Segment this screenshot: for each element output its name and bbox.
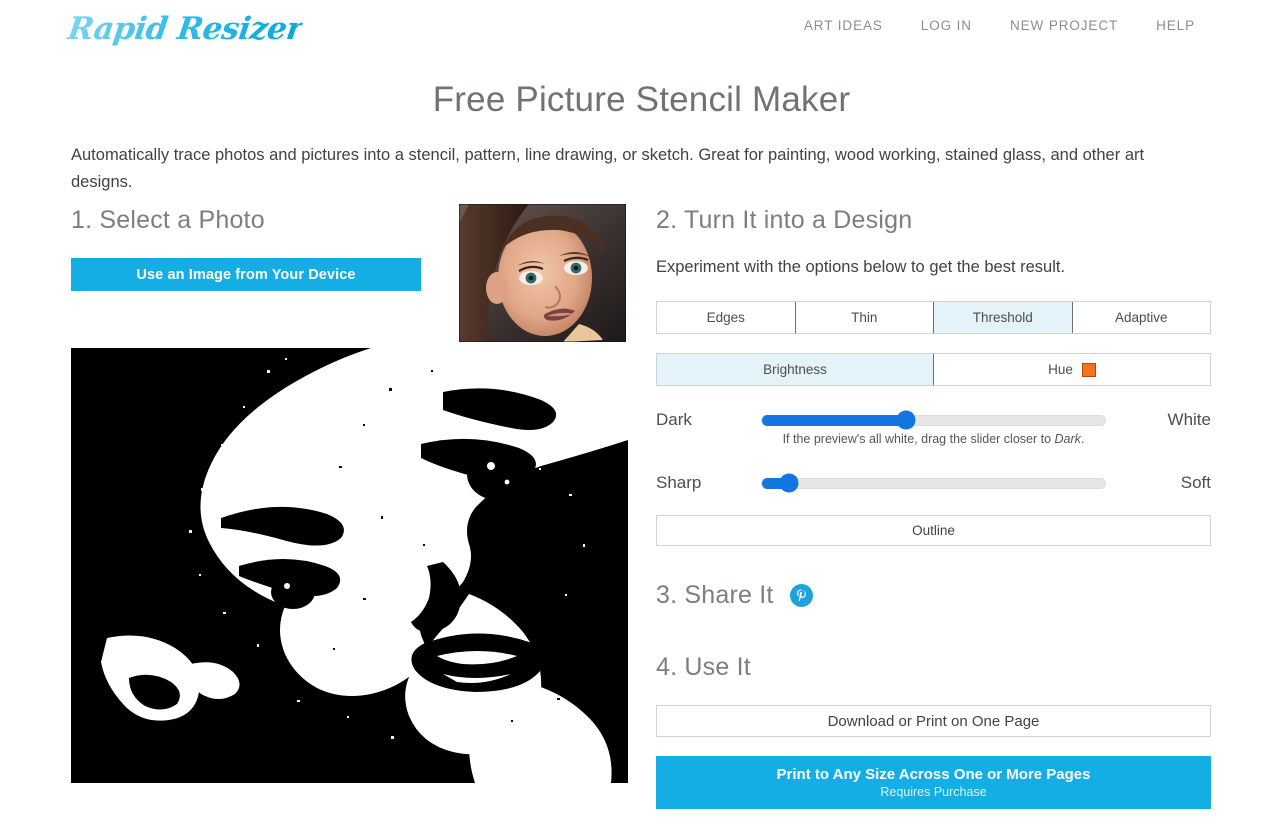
site-logo[interactable]: Rapid Resizer — [65, 8, 305, 50]
main-nav: ART IDEAS LOG IN NEW PROJECT HELP — [804, 18, 1195, 33]
threshold-slider-min-label: Dark — [656, 410, 692, 429]
print-any-size-title: Print to Any Size Across One or More Pag… — [776, 766, 1091, 783]
portrait-photo-icon — [459, 204, 626, 342]
smoothing-slider-row: Sharp Soft — [656, 470, 1211, 496]
page-title: Free Picture Stencil Maker — [432, 80, 851, 119]
use-image-from-device-button[interactable]: Use an Image from Your Device — [71, 258, 421, 291]
download-or-print-one-page-button[interactable]: Download or Print on One Page — [656, 705, 1211, 737]
tab-hue[interactable]: Hue — [934, 354, 1210, 385]
threshold-slider-row: Dark White — [656, 407, 1211, 433]
selected-photo-thumbnail[interactable] — [459, 204, 626, 342]
threshold-slider-max-label: White — [1167, 410, 1211, 429]
tab-brightness[interactable]: Brightness — [657, 354, 934, 385]
hint-text-emphasis: Dark — [1054, 432, 1081, 446]
stencil-preview-image — [71, 348, 628, 783]
smoothing-slider-max-label: Soft — [1180, 473, 1211, 492]
page-intro: Automatically trace photos and pictures … — [71, 146, 1145, 191]
smoothing-slider-min-label: Sharp — [656, 473, 702, 492]
site-header: Rapid Resizer ART IDEAS LOG IN NEW PROJE… — [0, 0, 1283, 58]
tab-edges[interactable]: Edges — [657, 302, 796, 333]
pinterest-icon[interactable] — [789, 584, 813, 607]
step-2-heading: 2. Turn It into a Design — [656, 206, 913, 234]
smoothing-slider-track[interactable] — [761, 473, 1106, 493]
stencil-preview[interactable] — [71, 348, 628, 783]
hue-color-swatch-icon[interactable] — [1081, 362, 1096, 377]
threshold-slider-track[interactable] — [761, 410, 1106, 430]
tab-threshold[interactable]: Threshold — [934, 302, 1073, 333]
nav-item-art-ideas[interactable]: ART IDEAS — [804, 18, 883, 33]
step-2-subtitle: Experiment with the options below to get… — [656, 258, 1066, 276]
step-4-heading: 4. Use It — [656, 653, 751, 681]
step-1-heading: 1. Select a Photo — [71, 206, 265, 234]
nav-item-new-project[interactable]: NEW PROJECT — [1010, 18, 1118, 33]
threshold-slider-fill — [762, 414, 907, 426]
page-root: Rapid Resizer ART IDEAS LOG IN NEW PROJE… — [0, 0, 1283, 835]
print-any-size-button[interactable]: Print to Any Size Across One or More Pag… — [656, 756, 1211, 809]
threshold-slider-hint: If the preview's all white, drag the sli… — [656, 432, 1211, 446]
print-any-size-subtitle: Requires Purchase — [880, 785, 987, 799]
tab-hue-label: Hue — [1048, 362, 1073, 377]
step-3-heading-label: 3. Share It — [656, 581, 774, 609]
smoothing-slider-thumb[interactable] — [779, 473, 799, 493]
nav-item-help[interactable]: HELP — [1156, 18, 1195, 33]
outline-button[interactable]: Outline — [656, 515, 1211, 546]
tab-adaptive[interactable]: Adaptive — [1072, 302, 1210, 333]
tab-thin[interactable]: Thin — [795, 302, 934, 333]
mode-tab-group: Edges Thin Threshold Adaptive — [656, 301, 1211, 334]
hint-text-after: . — [1080, 432, 1085, 446]
hint-text-before: If the preview's all white, drag the sli… — [782, 432, 1055, 446]
step-3-heading: 3. Share It — [656, 581, 813, 610]
nav-item-log-in[interactable]: LOG IN — [921, 18, 972, 33]
channel-tab-group: Brightness Hue — [656, 353, 1211, 386]
threshold-slider-thumb[interactable] — [896, 410, 916, 430]
